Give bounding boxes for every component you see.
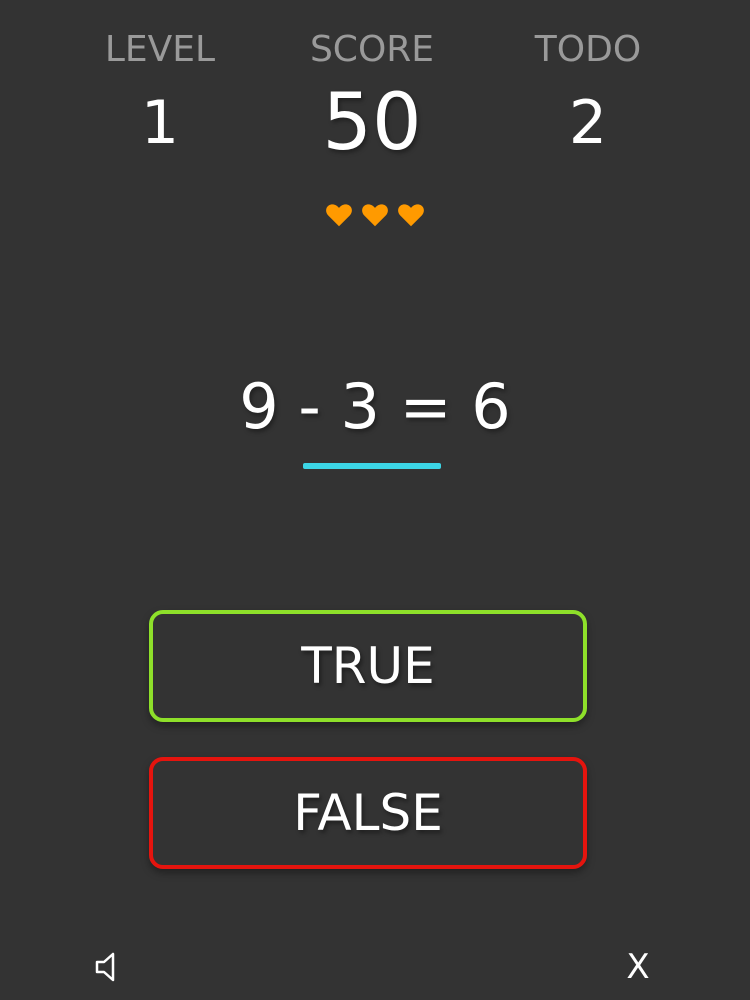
level-stat: LEVEL 1 (60, 29, 260, 159)
close-button[interactable]: X (616, 945, 660, 989)
score-stat: SCORE 50 (272, 29, 472, 168)
level-value: 1 (140, 88, 180, 158)
timer-bar (303, 463, 441, 469)
todo-stat: TODO 2 (488, 29, 688, 159)
todo-label: TODO (534, 29, 642, 70)
timer-bar-fill (303, 463, 441, 469)
todo-value: 2 (568, 88, 608, 158)
score-label: SCORE (309, 29, 435, 70)
true-button[interactable]: TRUE (149, 610, 587, 722)
speaker-icon[interactable] (86, 945, 130, 989)
heart-icon (324, 200, 354, 230)
lives-indicator (0, 200, 750, 234)
heart-icon (396, 200, 426, 230)
level-label: LEVEL (104, 29, 216, 70)
equation-text: 9 - 3 = 6 (239, 370, 511, 443)
score-value: 50 (322, 78, 422, 168)
heart-icon (360, 200, 390, 230)
false-button[interactable]: FALSE (149, 757, 587, 869)
